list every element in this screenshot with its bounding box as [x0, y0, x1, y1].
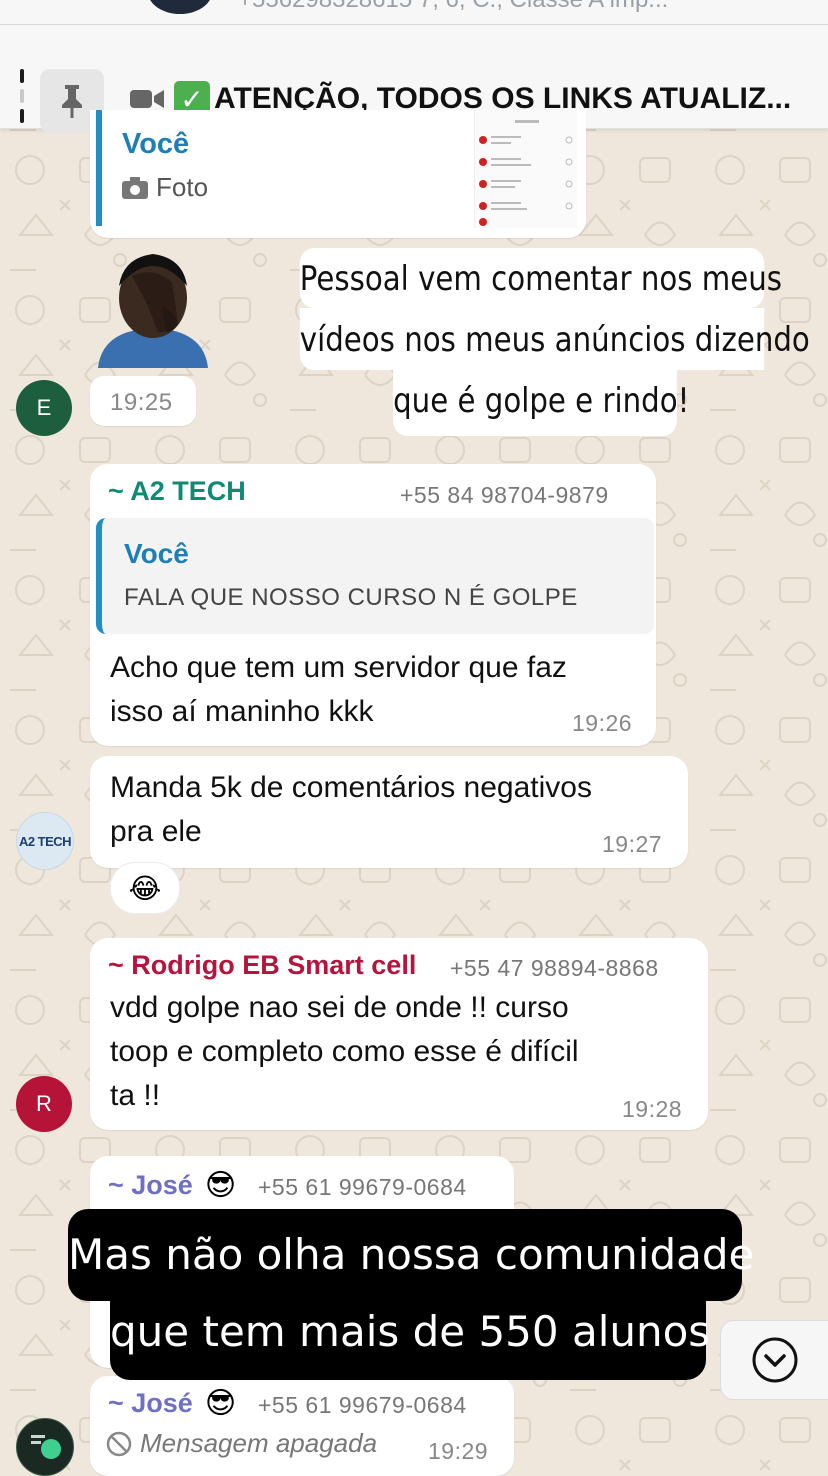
deleted-message: Mensagem apagada	[106, 1428, 377, 1459]
group-avatar[interactable]	[148, 0, 212, 14]
sender-name[interactable]: ~ A2 TECH	[108, 476, 246, 507]
sender-name[interactable]: ~ Rodrigo EB Smart cell	[108, 950, 416, 981]
chat-header[interactable]: +556298328615 7, 6, C., Classe A imp...	[0, 0, 828, 25]
message-time: 19:28	[622, 1096, 683, 1122]
sunglasses-emoji: 😎	[204, 1169, 237, 1202]
emoji-message-bubble[interactable]: 19:25	[90, 376, 196, 426]
photo-reply-bubble[interactable]: Você Foto	[90, 110, 586, 238]
photo-label: Foto	[122, 172, 208, 203]
facepalm-emoji-sticker	[92, 246, 214, 368]
message-time: 19:26	[572, 710, 633, 736]
sender-row: ~ José 😎	[108, 1386, 236, 1421]
story-caption-line-3: que é golpe e rindo!	[393, 370, 689, 436]
chevron-down-icon	[751, 1336, 799, 1384]
laughing-reaction[interactable]: 😂	[110, 862, 180, 914]
sender-phone: +55 47 98894-8868	[450, 955, 659, 981]
group-members-subtitle: +556298328615 7, 6, C., Classe A imp...	[238, 0, 668, 14]
quote-bar	[96, 110, 102, 226]
message-text: vdd golpe nao sei de onde !! curso toop …	[110, 991, 579, 1112]
quoted-message[interactable]: Você FALA QUE NOSSO CURSO N É GOLPE	[96, 518, 654, 634]
sender-row: ~ José 😎	[108, 1168, 236, 1203]
sender-name[interactable]: ~ José	[108, 1388, 193, 1419]
camera-icon	[122, 176, 148, 199]
photo-thumbnail[interactable]	[474, 110, 577, 228]
blocked-icon	[106, 1431, 132, 1457]
quote-text: FALA QUE NOSSO CURSO N É GOLPE	[124, 584, 578, 611]
message-a2tech[interactable]: ~ A2 TECH +55 84 98704-9879 Você FALA QU…	[90, 464, 656, 746]
message-jose-deleted[interactable]: ~ José 😎 +55 61 99679-0684 Mensagem apag…	[90, 1376, 514, 1476]
story-caption-2-line-2: que tem mais de 550 alunos	[110, 1300, 710, 1380]
avatar-jose[interactable]	[16, 1418, 74, 1476]
message-text: Acho que tem um servidor que faz isso aí…	[110, 651, 567, 728]
message-rodrigo[interactable]: ~ Rodrigo EB Smart cell +55 47 98894-886…	[90, 938, 708, 1130]
story-caption-2-line-1: Mas não olha nossa comunidade	[68, 1209, 754, 1301]
story-caption-line-1: Pessoal vem comentar nos meus	[299, 248, 782, 308]
quote-author: Você	[122, 128, 190, 160]
avatar-e[interactable]: E	[16, 380, 72, 436]
pinned-position-indicator	[20, 69, 24, 133]
sender-phone: +55 61 99679-0684	[258, 1174, 467, 1200]
message-time: 19:29	[428, 1438, 489, 1464]
sender-phone: +55 84 98704-9879	[400, 482, 609, 508]
avatar-a2tech[interactable]: A2 TECH	[16, 812, 74, 870]
sunglasses-emoji: 😎	[204, 1387, 237, 1420]
quote-author: Você	[124, 538, 189, 569]
message-time: 19:27	[602, 831, 663, 857]
story-caption-line-2: vídeos nos meus anúncios dizendo	[299, 308, 810, 370]
message-time: 19:25	[110, 389, 173, 416]
avatar-r[interactable]: R	[16, 1076, 72, 1132]
video-camera-icon	[130, 88, 164, 110]
scroll-to-bottom-button[interactable]	[720, 1320, 828, 1400]
message-text: Manda 5k de comentários negativos pra el…	[110, 771, 592, 848]
message-a2tech-followup[interactable]: Manda 5k de comentários negativos pra el…	[90, 756, 688, 868]
sender-name[interactable]: ~ José	[108, 1170, 193, 1201]
sender-phone: +55 61 99679-0684	[258, 1392, 467, 1418]
